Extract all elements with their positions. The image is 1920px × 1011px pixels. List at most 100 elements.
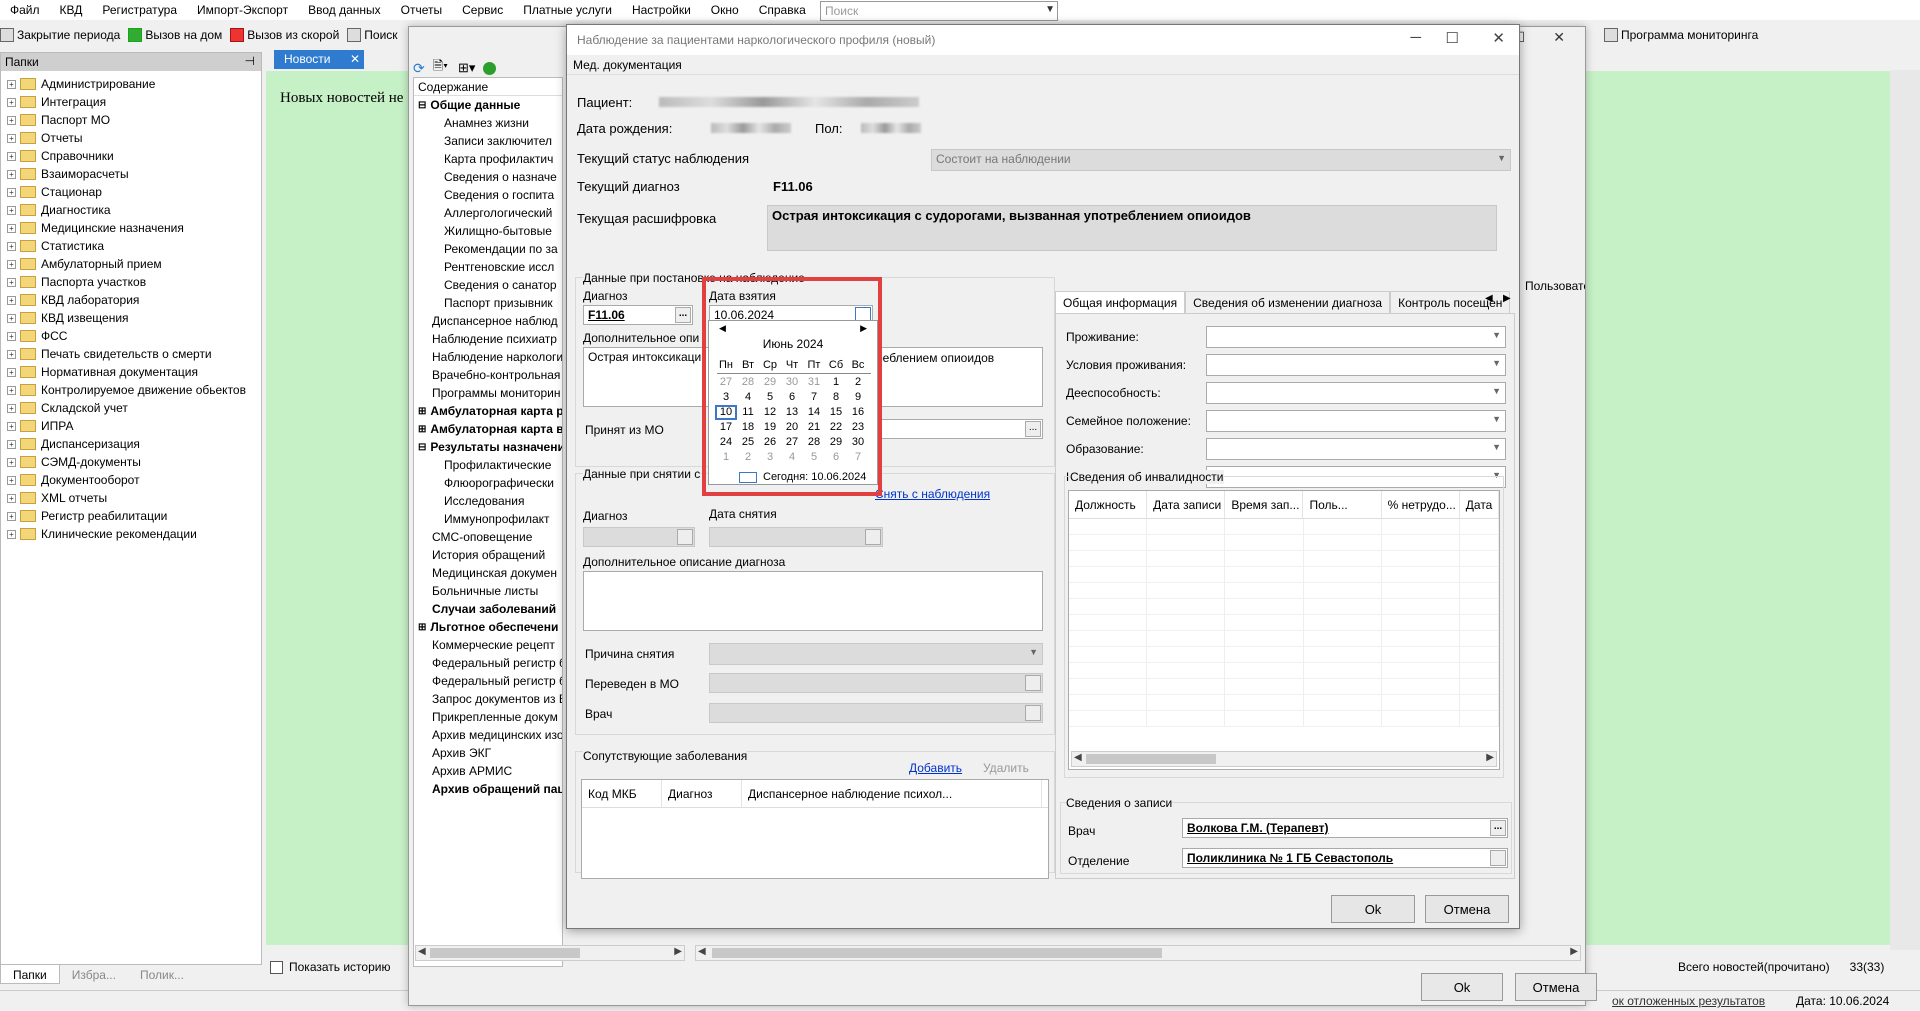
content-tree-item[interactable]: СМС-оповещение	[414, 528, 562, 546]
folder-item[interactable]: + КВД лаборатория	[7, 291, 255, 309]
calendar-day[interactable]: 3	[759, 450, 781, 465]
calendar-popup[interactable]: ◀ ▶ Июнь 2024 Пн Вт Ср Чт Пт Сб Вс 27 28 29 30 31 1…	[708, 320, 878, 485]
expand-icon[interactable]: +	[7, 169, 16, 179]
menu-item[interactable]: Импорт-Экспорт	[187, 0, 298, 20]
prev-month-icon[interactable]: ◀	[719, 323, 726, 334]
minimize-icon[interactable]: ─	[1410, 29, 1421, 46]
folder-item[interactable]: + Клинические рекомендации	[7, 525, 255, 543]
calendar-day[interactable]: 10	[715, 405, 737, 420]
content-tree-item[interactable]: ⊟ Результаты назначени	[414, 438, 562, 456]
expand-icon[interactable]: ⊟	[418, 100, 426, 111]
expand-icon[interactable]: ⊟	[418, 442, 426, 453]
today-button[interactable]: Сегодня: 10.06.2024	[739, 471, 866, 483]
folder-item[interactable]: + СЭМД-документы	[7, 453, 255, 471]
calendar-day[interactable]: 4	[737, 390, 759, 405]
comorbidities-table[interactable]: Код МКБ Диагноз Диспансерное наблюдение пс…	[581, 779, 1049, 879]
calendar-day[interactable]: 23	[847, 420, 869, 435]
print-icon[interactable]: 🗎▾	[433, 57, 448, 79]
calendar-day[interactable]: 5	[803, 450, 825, 465]
expand-icon[interactable]: +	[7, 349, 16, 359]
content-hscrollbar[interactable]: ◀ ▶	[415, 945, 685, 961]
calendar-day[interactable]: 24	[715, 435, 737, 450]
column-header[interactable]: % нетрудо...	[1382, 491, 1460, 518]
folder-item[interactable]: + Печать свидетельств о смерти	[7, 345, 255, 363]
calendar-day[interactable]: 1	[825, 375, 847, 390]
ellipsis-icon[interactable]	[677, 529, 693, 545]
expand-icon[interactable]: +	[7, 367, 16, 377]
content-tree-item[interactable]: Рентгеновские иссл	[414, 258, 562, 276]
content-tree-item[interactable]: Сведения о госпита	[414, 186, 562, 204]
calendar-day[interactable]: 29	[825, 435, 847, 450]
content-tree-item[interactable]: Анамнез жизни	[414, 114, 562, 132]
status-select[interactable]: Состоит на наблюдении ▼	[931, 149, 1511, 171]
calendar-day[interactable]: 7	[803, 390, 825, 405]
tab-scroll-right-icon[interactable]: ▶	[1503, 293, 1511, 304]
expand-icon[interactable]: +	[7, 205, 16, 215]
folder-item[interactable]: + Амбулаторный прием	[7, 255, 255, 273]
menu-item[interactable]: Отчеты	[391, 0, 452, 20]
left-tab[interactable]: Избра...	[60, 965, 128, 984]
chevron-down-icon[interactable]: ▼	[1492, 386, 1501, 396]
content-tree-item[interactable]: Записи заключител	[414, 132, 562, 150]
folder-item[interactable]: + КВД извещения	[7, 309, 255, 327]
content-tree-item[interactable]: Флюорографически	[414, 474, 562, 492]
calendar-day[interactable]: 2	[847, 375, 869, 390]
calendar-day[interactable]: 3	[715, 390, 737, 405]
folder-item[interactable]: + Медицинские назначения	[7, 219, 255, 237]
content-tree-item[interactable]: Сведения о санатор	[414, 276, 562, 294]
reg-diagnosis-field[interactable]: F11.06...	[583, 305, 693, 325]
column-header[interactable]: Дата записи	[1147, 491, 1226, 518]
calendar-day[interactable]: 30	[847, 435, 869, 450]
folder-item[interactable]: + Взаиморасчеты	[7, 165, 255, 183]
expand-icon[interactable]: ⊞	[418, 406, 426, 417]
show-history-checkbox[interactable]: Показать историю	[270, 960, 390, 974]
calendar-day[interactable]: 25	[737, 435, 759, 450]
expand-icon[interactable]: +	[7, 241, 16, 251]
content-tree-item[interactable]: Жилищно-бытовые	[414, 222, 562, 240]
folder-item[interactable]: + Интеграция	[7, 93, 255, 111]
menu-item[interactable]: Настройки	[622, 0, 701, 20]
deferred-results-link[interactable]: ок отложенных результатов	[1612, 994, 1765, 1008]
menu-item[interactable]: Сервис	[452, 0, 513, 20]
expand-icon[interactable]: +	[7, 115, 16, 125]
content-tree-item[interactable]: Паспорт призывник	[414, 294, 562, 312]
content-tree-item[interactable]: Рекомендации по за	[414, 240, 562, 258]
calendar-day[interactable]: 9	[847, 390, 869, 405]
menu-item[interactable]: Файл	[0, 0, 50, 20]
folder-item[interactable]: + Администрирование	[7, 75, 255, 93]
folder-item[interactable]: + Документооборот	[7, 471, 255, 489]
calendar-day[interactable]: 18	[737, 420, 759, 435]
expand-icon[interactable]: +	[7, 493, 16, 503]
chevron-down-icon[interactable]: ▼	[1492, 358, 1501, 368]
record-dept-field[interactable]: Поликлиника № 1 ГБ Севастополь	[1182, 848, 1508, 868]
bg-ok-button[interactable]: Ok	[1421, 973, 1503, 1001]
folder-item[interactable]: + ИПРА	[7, 417, 255, 435]
content-tree-item[interactable]: Больничные листы	[414, 582, 562, 600]
tab-scroll-left-icon[interactable]: ◀	[1485, 293, 1493, 304]
column-header[interactable]: Диагноз	[662, 780, 742, 807]
folder-item[interactable]: + Справочники	[7, 147, 255, 165]
expand-icon[interactable]: +	[7, 259, 16, 269]
menu-item[interactable]: Окно	[701, 0, 749, 20]
close-icon[interactable]: ✕	[1492, 29, 1505, 47]
column-header[interactable]: Диспансерное наблюдение психол...	[742, 780, 1042, 807]
calendar-day[interactable]: 1	[715, 450, 737, 465]
close-icon[interactable]: ✕	[1553, 29, 1565, 46]
calendar-day[interactable]: 28	[803, 435, 825, 450]
doctor-field[interactable]	[709, 703, 1043, 723]
expand-icon[interactable]: +	[7, 331, 16, 341]
general-living_conditions-select[interactable]: ▼	[1206, 354, 1506, 376]
expand-icon[interactable]: +	[7, 457, 16, 467]
left-tab[interactable]: Полик...	[128, 965, 196, 984]
expand-icon[interactable]: +	[7, 403, 16, 413]
expand-icon[interactable]: ⊞	[418, 622, 426, 633]
folder-item[interactable]: + Диспансеризация	[7, 435, 255, 453]
disability-table[interactable]: Должность Дата записи Время зап... Поль...%…	[1068, 490, 1500, 770]
calendar-day[interactable]: 14	[803, 405, 825, 420]
folder-item[interactable]: + Отчеты	[7, 129, 255, 147]
reason-select[interactable]: ▼	[709, 643, 1043, 665]
cancel-button[interactable]: Отмена	[1425, 895, 1509, 923]
expand-icon[interactable]: +	[7, 187, 16, 197]
expand-icon[interactable]: +	[7, 223, 16, 233]
info-icon[interactable]	[483, 61, 497, 75]
